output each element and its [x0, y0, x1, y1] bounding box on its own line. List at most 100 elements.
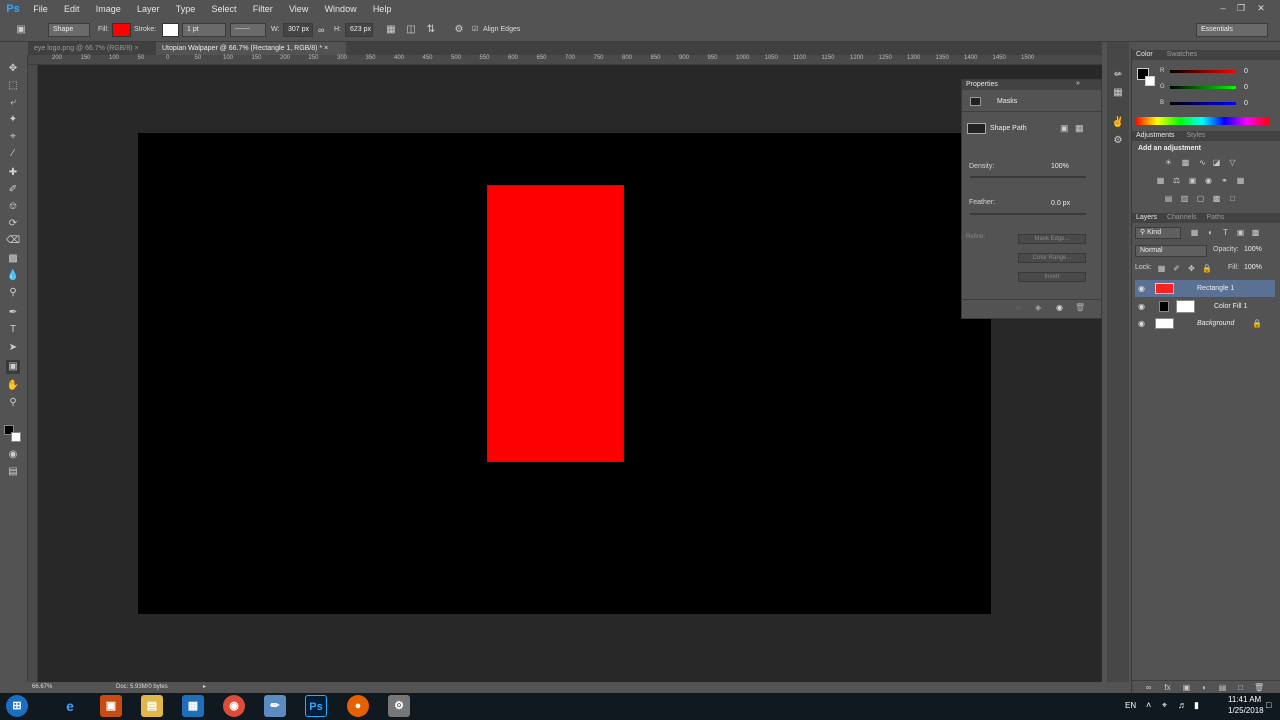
app-icon[interactable]: ▣	[100, 695, 122, 717]
file-explorer-icon[interactable]: ▤	[141, 695, 163, 717]
red-rectangle-shape[interactable]	[487, 185, 624, 462]
exposure-icon[interactable]: ◪	[1212, 158, 1221, 167]
eye-icon[interactable]: ◉	[1138, 298, 1145, 315]
tab-swatches[interactable]: Swatches	[1167, 51, 1197, 58]
screen-mode-icon[interactable]: ▤	[6, 465, 20, 479]
crop-tool-icon[interactable]: ⌖	[6, 130, 20, 144]
start-icon[interactable]: ⊞	[6, 695, 28, 717]
notepad-icon[interactable]: ✏	[264, 695, 286, 717]
dodge-tool-icon[interactable]: ⚲	[6, 286, 20, 300]
status-menu-icon[interactable]: ▸	[203, 682, 206, 693]
tab-layers[interactable]: Layers	[1136, 214, 1157, 221]
menu-filter[interactable]: Filter	[246, 0, 280, 18]
lock-all-icon[interactable]: 🔒	[1202, 264, 1212, 273]
channel-mixer-icon[interactable]: ⚭	[1220, 176, 1229, 185]
stroke-type-select[interactable]: ───	[230, 23, 266, 37]
hue-saturation-icon[interactable]: ▦	[1156, 176, 1165, 185]
close-icon[interactable]: ✕	[1252, 1, 1270, 15]
layer-row-background[interactable]: ◉ Background 🔒	[1135, 315, 1275, 332]
menu-select[interactable]: Select	[204, 0, 243, 18]
fill-swatch[interactable]	[112, 23, 131, 37]
add-vector-mask-icon[interactable]: ▦	[1075, 123, 1086, 134]
hand-tool-icon[interactable]: ✋	[6, 379, 20, 393]
clock-time[interactable]: 11:41 AM	[1228, 695, 1261, 704]
trash-icon[interactable]: 🗑	[1075, 303, 1085, 312]
align-edges-checkbox[interactable]: ☑	[472, 24, 478, 36]
collapse-icon[interactable]: »	[1076, 80, 1080, 87]
network-icon[interactable]: ⌖	[1162, 700, 1167, 711]
gradient-map-icon[interactable]: ▩	[1212, 194, 1221, 203]
pen-tool-icon[interactable]: ✒	[6, 306, 20, 320]
link-icon[interactable]: ∞	[318, 24, 324, 36]
photo-filter-icon[interactable]: ◉	[1204, 176, 1213, 185]
selective-color-icon[interactable]: □	[1228, 194, 1237, 203]
menu-type[interactable]: Type	[169, 0, 203, 18]
layer-name[interactable]: Color Fill 1	[1214, 298, 1247, 315]
tab-utopian-walpaper[interactable]: Utopian Walpaper @ 66.7% (Rectangle 1, R…	[156, 42, 346, 55]
filter-smart-object-icon[interactable]: ▩	[1251, 228, 1260, 237]
color-range-button[interactable]: Color Range...	[1018, 253, 1086, 263]
close-icon[interactable]: ×	[135, 45, 139, 52]
menu-file[interactable]: File	[26, 0, 55, 18]
add-mask-icon[interactable]: ▣	[1182, 683, 1191, 692]
layer-name[interactable]: Background	[1197, 315, 1234, 332]
stroke-width-select[interactable]: 1 pt	[182, 23, 226, 37]
workspace-select[interactable]: Essentials	[1196, 23, 1268, 37]
width-input[interactable]: 307 px	[283, 23, 313, 37]
color-bg-swatch[interactable]	[1145, 76, 1155, 86]
color-lookup-icon[interactable]: ▦	[1236, 176, 1245, 185]
properties-panel-icon[interactable]: ▦	[1111, 86, 1125, 100]
path-arrangement-icon[interactable]: ⇅	[424, 23, 438, 37]
eye-icon[interactable]: ◉	[1138, 280, 1145, 297]
tab-paths[interactable]: Paths	[1207, 214, 1225, 221]
filter-type-icon[interactable]: T	[1221, 228, 1230, 237]
lock-pixels-icon[interactable]: ✐	[1172, 264, 1181, 273]
clone-stamp-tool-icon[interactable]: ⎊	[6, 200, 20, 214]
internet-explorer-icon[interactable]: e	[59, 695, 81, 717]
quick-mask-icon[interactable]: ◉	[6, 448, 20, 462]
color-balance-icon[interactable]: ⚖	[1172, 176, 1181, 185]
battery-icon[interactable]: ▮	[1194, 700, 1199, 711]
g-slider[interactable]	[1170, 86, 1236, 89]
apply-mask-icon[interactable]: ◈	[1035, 303, 1041, 312]
new-group-icon[interactable]: ▤	[1218, 683, 1227, 692]
r-slider[interactable]	[1170, 70, 1236, 73]
menu-image[interactable]: Image	[89, 0, 128, 18]
minimize-icon[interactable]: –	[1214, 1, 1232, 15]
restore-icon[interactable]: ❐	[1232, 1, 1250, 15]
eye-icon[interactable]: ◉	[1056, 303, 1063, 312]
posterize-icon[interactable]: ▥	[1180, 194, 1189, 203]
g-value[interactable]: 0	[1244, 84, 1248, 91]
tool-presets-icon[interactable]: ⚙	[1111, 134, 1125, 148]
quick-select-tool-icon[interactable]: ✦	[6, 113, 20, 127]
history-brush-tool-icon[interactable]: ⟳	[6, 217, 20, 231]
levels-icon[interactable]: ▩	[1181, 158, 1190, 167]
layer-name[interactable]: Rectangle 1	[1197, 280, 1234, 297]
new-layer-icon[interactable]: □	[1236, 683, 1245, 692]
chrome-icon[interactable]: ◉	[223, 695, 245, 717]
menu-layer[interactable]: Layer	[130, 0, 167, 18]
type-tool-icon[interactable]: T	[6, 323, 20, 337]
stroke-swatch[interactable]	[162, 23, 179, 37]
history-panel-icon[interactable]: ⇍	[1111, 68, 1125, 82]
link-layers-icon[interactable]: ∞	[1144, 683, 1153, 692]
feather-slider[interactable]	[970, 213, 1086, 215]
clock-date[interactable]: 1/25/2018	[1228, 706, 1264, 715]
feather-value[interactable]: 0.0 px	[1051, 200, 1070, 207]
filter-adjustment-icon[interactable]: ◐	[1206, 228, 1215, 237]
threshold-icon[interactable]: ▢	[1196, 194, 1205, 203]
marquee-tool-icon[interactable]: ⬚	[6, 79, 20, 93]
notifications-icon[interactable]: □	[1266, 700, 1271, 710]
path-operations-icon[interactable]: ▦	[384, 23, 398, 37]
eyedropper-tool-icon[interactable]: ⁄	[6, 147, 20, 161]
menu-view[interactable]: View	[282, 0, 315, 18]
eye-icon[interactable]: ◉	[1138, 315, 1145, 332]
color-spectrum-bar[interactable]	[1135, 117, 1269, 125]
healing-brush-tool-icon[interactable]: ✚	[6, 166, 20, 180]
filter-pixel-icon[interactable]: ▦	[1190, 228, 1199, 237]
path-alignment-icon[interactable]: ◫	[404, 23, 418, 37]
fill-value[interactable]: 100%	[1244, 264, 1262, 271]
tab-styles[interactable]: Styles	[1186, 132, 1205, 139]
mask-edge-button[interactable]: Mask Edge...	[1018, 234, 1086, 244]
move-tool-icon[interactable]: ✥	[6, 62, 20, 76]
